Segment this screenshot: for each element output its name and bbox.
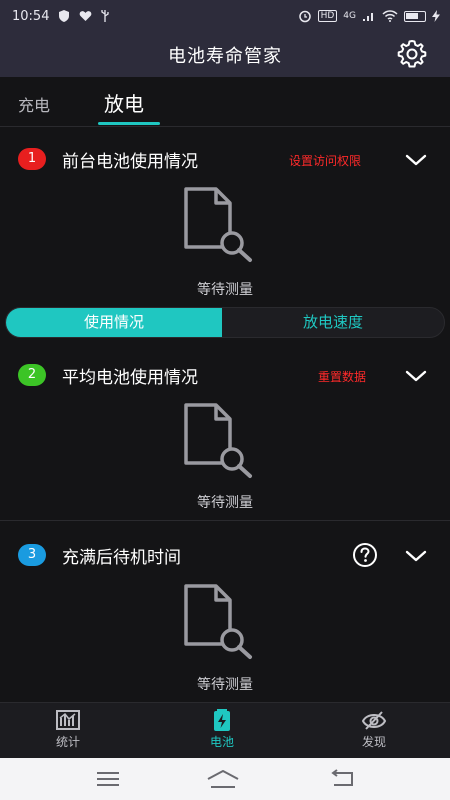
status-bar: 10:54 HD 4G xyxy=(0,0,450,32)
battery-status-icon xyxy=(404,10,426,22)
nav-discover[interactable]: 发现 xyxy=(334,709,414,750)
home-icon[interactable] xyxy=(205,768,241,790)
help-question-icon[interactable] xyxy=(352,542,378,568)
section-number-badge: 2 xyxy=(18,364,46,386)
section-number-badge: 1 xyxy=(18,148,46,170)
tab-active-indicator xyxy=(98,122,160,125)
bottom-navigation: 统计 电池 发现 xyxy=(0,702,450,758)
tab-charge[interactable]: 充电 xyxy=(18,92,50,116)
section-title: 充满后待机时间 xyxy=(62,548,181,568)
status-time: 10:54 xyxy=(12,8,50,24)
nav-battery-label: 电池 xyxy=(209,735,234,749)
heart-icon xyxy=(80,11,92,21)
status-right: HD 4G xyxy=(298,9,440,23)
usage-speed-toggle: 使用情况 放电速度 xyxy=(5,307,445,338)
charging-bolt-icon xyxy=(432,10,440,22)
status-left: 10:54 xyxy=(12,9,110,24)
chevron-down-icon[interactable] xyxy=(404,368,428,384)
document-search-icon xyxy=(184,403,252,478)
app-bar: 电池寿命管家 xyxy=(0,32,450,77)
section-header[interactable]: 2 平均电池使用情况 重置数据 xyxy=(0,354,450,398)
chevron-down-icon[interactable] xyxy=(404,152,428,168)
set-access-permission-link[interactable]: 设置访问权限 xyxy=(289,152,361,169)
section-standby-time: 3 充满后待机时间 等待测量 xyxy=(0,534,450,702)
status-hd: HD xyxy=(317,10,338,22)
section-header[interactable]: 3 充满后待机时间 xyxy=(0,534,450,578)
battery-icon xyxy=(214,709,230,731)
status-network: 4G xyxy=(343,11,356,21)
discover-eye-icon xyxy=(361,711,387,730)
section-number-badge: 3 xyxy=(18,544,46,566)
nav-battery[interactable]: 电池 xyxy=(182,709,262,750)
app-title: 电池寿命管家 xyxy=(168,45,282,67)
nav-discover-label: 发现 xyxy=(361,735,386,749)
system-navigation-bar xyxy=(0,758,450,800)
section-average-usage: 2 平均电池使用情况 重置数据 等待测量 xyxy=(0,354,450,520)
toggle-discharge-speed[interactable]: 放电速度 xyxy=(222,308,444,337)
bar-chart-icon xyxy=(56,710,80,730)
signal-icon xyxy=(363,13,373,21)
shield-icon xyxy=(59,10,70,22)
usb-icon xyxy=(101,10,110,22)
document-search-icon xyxy=(184,584,252,659)
gear-icon[interactable] xyxy=(396,38,428,70)
tab-discharge[interactable]: 放电 xyxy=(104,88,144,117)
toggle-usage[interactable]: 使用情况 xyxy=(6,308,222,337)
section-title: 平均电池使用情况 xyxy=(62,368,198,388)
wifi-icon xyxy=(382,10,398,22)
section-foreground-usage: 1 前台电池使用情况 设置访问权限 等待测量 xyxy=(0,138,450,306)
back-icon[interactable] xyxy=(328,768,358,790)
nav-stats-label: 统计 xyxy=(55,735,80,749)
nav-stats[interactable]: 统计 xyxy=(28,709,108,750)
waiting-measurement-text: 等待测量 xyxy=(197,282,253,298)
tab-bar: 充电 放电 xyxy=(0,77,450,127)
waiting-measurement-text: 等待测量 xyxy=(197,495,253,511)
section-title: 前台电池使用情况 xyxy=(62,152,198,172)
document-search-icon xyxy=(184,187,252,262)
section-divider xyxy=(0,520,450,521)
alarm-icon xyxy=(298,10,311,23)
section-header[interactable]: 1 前台电池使用情况 设置访问权限 xyxy=(0,138,450,182)
chevron-down-icon[interactable] xyxy=(404,548,428,564)
waiting-measurement-text: 等待测量 xyxy=(197,677,253,693)
reset-data-link[interactable]: 重置数据 xyxy=(318,368,366,385)
menu-icon[interactable] xyxy=(93,768,123,790)
